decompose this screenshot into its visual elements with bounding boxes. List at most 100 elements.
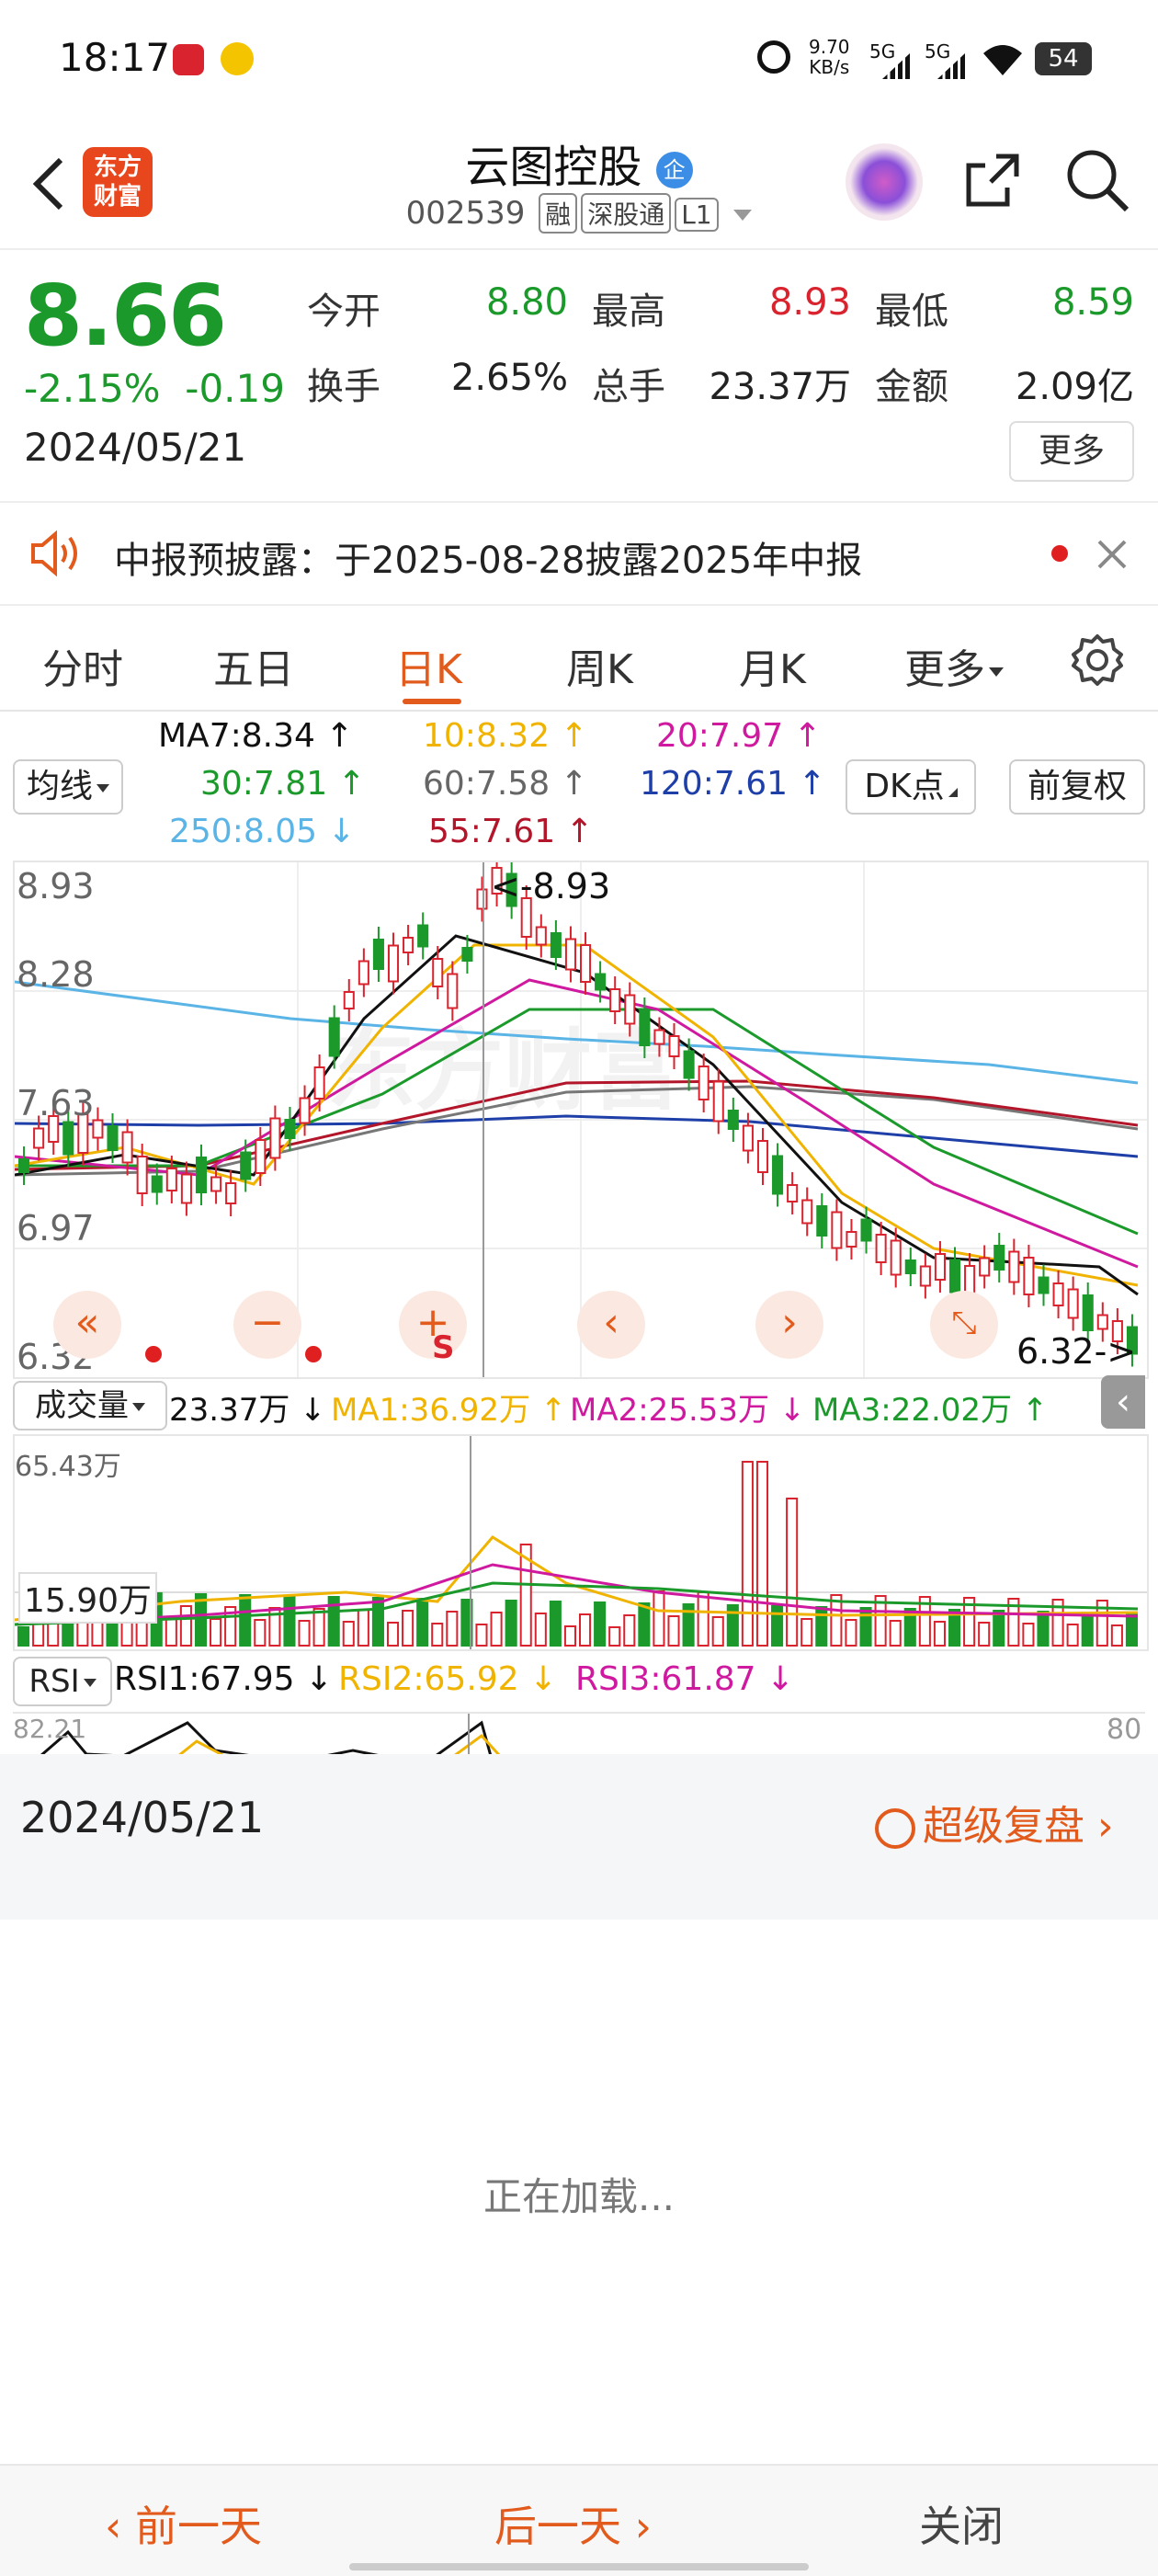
ma20-value: 20:7.97 ↑ — [656, 717, 822, 755]
candle-body — [432, 958, 444, 987]
signal-label: 5G — [925, 40, 951, 63]
volume-bar — [1110, 1624, 1123, 1647]
tab-monthly-k[interactable]: 月K — [739, 636, 806, 695]
volume-bar — [933, 1621, 946, 1647]
enterprise-badge-icon: 企 — [655, 152, 693, 188]
volume-bar — [1125, 1613, 1138, 1647]
candle-body — [698, 1066, 710, 1100]
search-icon[interactable] — [1062, 145, 1132, 215]
volume-ymid: 15.90万 — [18, 1572, 158, 1624]
candle-body — [727, 1110, 739, 1130]
turnover-label: 换手 — [307, 366, 380, 408]
alarm-icon — [757, 40, 790, 74]
volume-chart[interactable]: 65.43万 15.90万 — [13, 1434, 1149, 1651]
rsi3-value: RSI3:61.87 ↓ — [575, 1660, 795, 1698]
volume-indicator-select[interactable]: 成交量 — [13, 1381, 167, 1430]
collapse-tab[interactable]: ‹ — [1101, 1375, 1145, 1429]
volume-bar — [859, 1607, 872, 1647]
rsi2-value: RSI2:65.92 ↓ — [338, 1660, 558, 1698]
rsi-chart[interactable]: 82.21 80 — [13, 1712, 1145, 1756]
candle-body — [195, 1157, 208, 1193]
candle-body — [595, 973, 607, 991]
notice-bar[interactable]: 中报预披露：于2025-08-28披露2025年中报 — [0, 501, 1158, 606]
candle-body — [934, 1253, 946, 1281]
volume-bar — [534, 1613, 547, 1647]
ma-type-label: 均线 — [26, 768, 93, 805]
assistant-avatar[interactable] — [846, 143, 923, 221]
app-notification-icon — [173, 44, 204, 75]
volume-bar — [741, 1461, 754, 1647]
zoom-out-fast-button[interactable]: « — [53, 1291, 121, 1359]
more-button[interactable]: 更多 — [1009, 421, 1134, 482]
close-button[interactable]: 关闭 — [919, 2493, 1004, 2554]
volume-bar — [490, 1612, 503, 1647]
stock-name: 云图控股 — [465, 142, 642, 193]
candle-body — [225, 1182, 237, 1204]
move-right-button[interactable]: › — [755, 1291, 823, 1359]
volume-value: 23.37万 — [709, 366, 851, 408]
volume-bar — [1022, 1623, 1035, 1647]
ma250-value: 250:8.05 ↓ — [169, 813, 356, 850]
volume-bar — [711, 1616, 724, 1647]
candle-body — [919, 1265, 931, 1287]
volume-bar — [386, 1622, 400, 1647]
share-icon[interactable] — [959, 147, 1026, 213]
volume-bar — [549, 1601, 562, 1647]
tab-daily-k[interactable]: 日K — [395, 636, 462, 695]
tab-more-label: 更多 — [904, 646, 985, 693]
close-icon[interactable] — [1094, 536, 1130, 573]
prev-day-button[interactable]: ‹ 前一天 — [105, 2493, 262, 2554]
tab-weekly-k[interactable]: 周K — [566, 636, 633, 695]
adjust-select[interactable]: 前复权 — [1009, 759, 1145, 815]
move-left-button[interactable]: ‹ — [577, 1291, 645, 1359]
amount-value: 2.09亿 — [1015, 366, 1134, 408]
zoom-out-button[interactable]: − — [233, 1291, 301, 1359]
change-abs: -0.19 — [185, 366, 285, 411]
ma-type-select[interactable]: 均线 — [13, 759, 123, 815]
red-dot — [145, 1346, 162, 1362]
super-replay-link[interactable]: 超级复盘 › — [875, 1793, 1114, 1852]
volume-bar — [978, 1622, 991, 1647]
candle-body — [121, 1131, 133, 1164]
low-label: 最低 — [875, 291, 948, 333]
ma30-value: 30:7.81 ↑ — [200, 765, 366, 803]
volume-bar — [800, 1618, 813, 1647]
fullscreen-icon[interactable]: ⤡ — [930, 1291, 998, 1359]
status-bar: 18:17 9.70 KB/s 5G 5G 54 — [0, 0, 1158, 120]
candle-body — [580, 944, 592, 983]
candle-body — [535, 926, 547, 946]
volume-bar — [697, 1591, 710, 1647]
tab-more[interactable]: 更多 — [904, 636, 1004, 695]
volume-bar — [475, 1624, 488, 1647]
speaker-icon — [31, 530, 77, 576]
candle-body — [358, 960, 369, 986]
candle-body — [609, 988, 621, 1012]
dk-point-select[interactable]: DK点 — [846, 759, 976, 815]
next-day-button[interactable]: 后一天 › — [494, 2493, 652, 2554]
candle-body — [240, 1151, 252, 1180]
tab-five-day[interactable]: 五日 — [213, 636, 294, 695]
candle-body — [787, 1184, 799, 1203]
candle-body — [33, 1127, 45, 1149]
rsi-indicator-select[interactable]: RSI — [13, 1657, 112, 1706]
turnover-value: 2.65% — [450, 357, 568, 399]
volume-bar — [786, 1498, 799, 1647]
bot-notification-icon — [221, 42, 254, 75]
candle-body — [683, 1050, 695, 1079]
tab-intraday[interactable]: 分时 — [42, 636, 123, 695]
volume-ma2: MA2:25.53万 ↓ — [570, 1392, 806, 1429]
candle-body — [875, 1234, 887, 1263]
kline-chart[interactable]: 东方财富 8.93 8.28 7.63 6.97 6.32 <-8.93 6.3… — [13, 861, 1149, 1379]
high-label: 最高 — [592, 291, 665, 333]
prev-day-label: 前一天 — [135, 2502, 263, 2551]
high-value: 8.93 — [768, 281, 851, 324]
battery-icon: 54 — [1035, 42, 1092, 75]
gear-icon[interactable] — [1070, 633, 1125, 688]
candle-body — [846, 1231, 857, 1248]
chevron-right-icon: › — [1097, 1803, 1114, 1850]
enterprise-badge-text: 企 — [663, 157, 686, 183]
volume-bar — [1066, 1624, 1079, 1647]
volume-bar — [431, 1623, 444, 1647]
rsi-select-label: RSI — [28, 1663, 80, 1700]
candle-body — [1023, 1257, 1035, 1295]
